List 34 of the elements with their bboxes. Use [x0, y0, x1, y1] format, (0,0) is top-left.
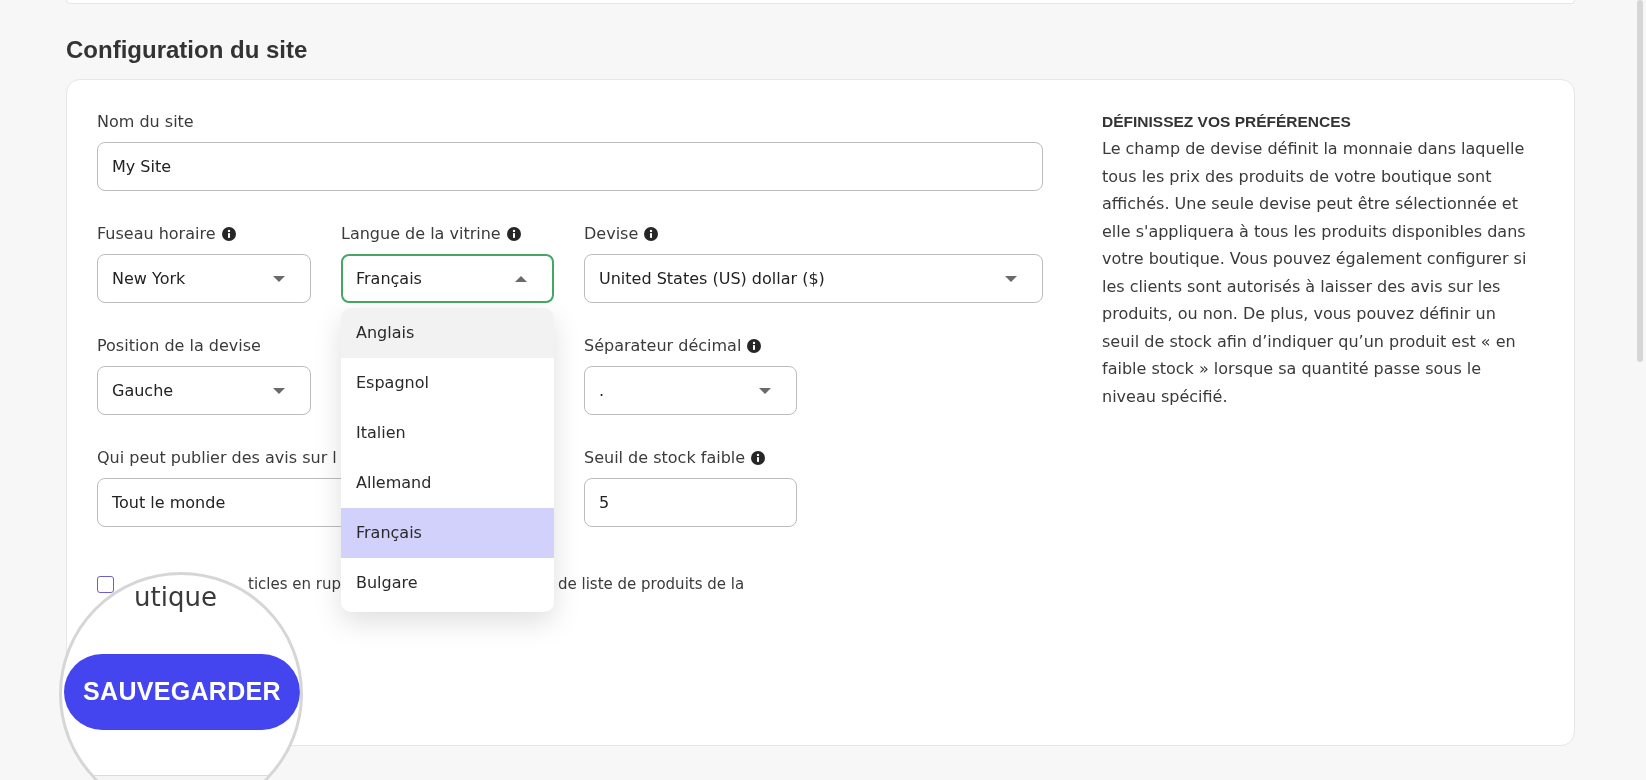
save-button[interactable]: SAUVEGARDER	[64, 654, 300, 730]
caret-down-icon	[1005, 275, 1017, 282]
dropdown-option[interactable]: Espagnol	[341, 358, 554, 408]
magnified-text: utique	[134, 584, 217, 610]
field-label: Langue de la vitrine	[341, 224, 501, 244]
caret-down-icon	[273, 275, 285, 282]
field-label: Position de la devise	[97, 336, 261, 356]
scrollbar-thumb[interactable]	[1637, 0, 1643, 362]
help-text: Le champ de devise définit la monnaie dans laquelle tous les prix des produits de votre boutique sont affichés. Une seule devise peut être sélectionnée et elle s'appliquera à tous les produits disponibles dans votre boutique. Vous pouvez également configurer si les clients sont autorisés à laisser des avis sur les produits, ou non. De plus, vous pouvez définir un seuil de stock afin d’indiquer qu’un produit est « en faible stock » lorsque sa quantité passe sous le niveau spécifié.	[1102, 138, 1528, 408]
dropdown-option[interactable]: Français	[341, 508, 554, 558]
checkbox-label: de liste de produits de la	[558, 575, 745, 593]
dropdown-option[interactable]: Bulgare	[341, 558, 554, 608]
select-field[interactable]: .	[584, 366, 797, 415]
dropdown-option[interactable]: Anglais	[341, 308, 554, 358]
field-label: Seuil de stock faible	[584, 448, 746, 468]
field-label: Séparateur décimal	[584, 336, 742, 356]
select-field[interactable]: Gauche	[97, 366, 311, 415]
dropdown-option[interactable]: Italien	[341, 408, 554, 458]
field-label: Devise	[584, 224, 639, 244]
select-field[interactable]: Français	[341, 254, 554, 303]
checkbox-label: ticles en rup	[248, 575, 341, 593]
field-label: Qui peut publier des avis sur l	[97, 448, 337, 468]
section-title: Configuration du site	[66, 36, 309, 64]
text-field[interactable]: 5	[584, 478, 797, 527]
field-label: Nom du site	[97, 112, 194, 132]
caret-down-icon	[273, 387, 285, 394]
text-field[interactable]: My Site	[97, 142, 1043, 191]
caret-down-icon	[759, 387, 771, 394]
caret-up-icon	[515, 275, 527, 282]
field-label: Fuseau horaire	[97, 224, 216, 244]
select-field[interactable]: United States (US) dollar ($)	[584, 254, 1043, 303]
dropdown-option[interactable]: Allemand	[341, 458, 554, 508]
help-heading: DÉFINISSEZ VOS PRÉFÉRENCES	[1102, 112, 1352, 132]
select-field[interactable]: New York	[97, 254, 311, 303]
